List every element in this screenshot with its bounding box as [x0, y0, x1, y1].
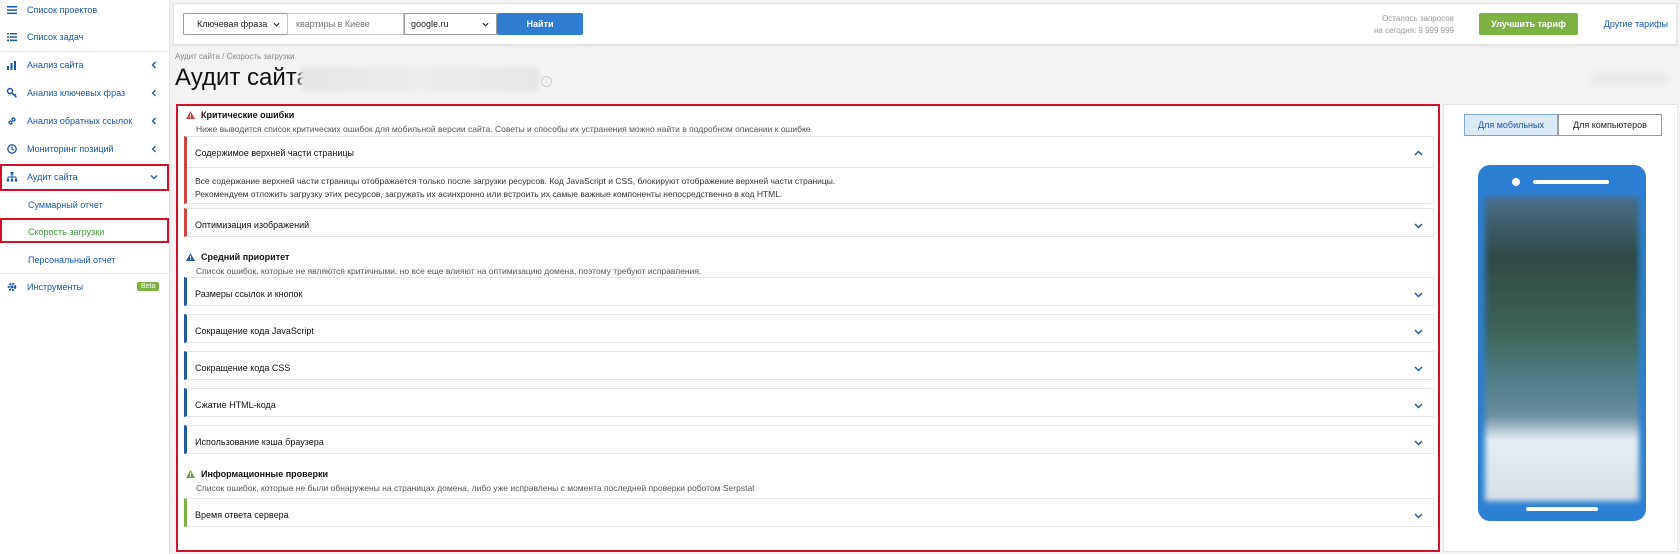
accordion-title: Сокращение кода JavaScript	[195, 326, 314, 336]
sidebar-item-label: Анализ сайта	[27, 60, 84, 70]
accordion-title: Сокращение кода CSS	[195, 363, 291, 373]
sidebar-item-label: Анализ обратных ссылок	[27, 116, 133, 126]
phone-home-bar	[1526, 507, 1598, 511]
accordion-title: Оптимизация изображений	[195, 220, 310, 230]
accordion-body: Все содержание верхней части страницы от…	[195, 175, 835, 201]
warning-blue-icon	[186, 253, 195, 261]
accordion-title: Время ответа сервера	[195, 510, 289, 520]
phone-speaker	[1533, 180, 1609, 184]
quota-line2: на сегодня: 9 999 999	[1373, 26, 1454, 35]
search-type-value: Ключевая фраза	[197, 19, 268, 29]
sidebar-item-label: Мониторинг позиций	[27, 144, 114, 154]
sidebar-item-tasks[interactable]: Список задач	[0, 24, 170, 50]
quota-info: Осталось запросов на сегодня: 9 999 999	[1374, 13, 1454, 37]
top-search-bar: Ключевая фраза google.ru Найти Осталось …	[173, 3, 1677, 45]
mobile-screenshot	[1485, 197, 1639, 501]
highlight-site-audit	[0, 164, 169, 191]
chevron-down-icon	[1414, 440, 1423, 446]
quota-line1: Осталось запросов	[1382, 14, 1454, 23]
audit-results-panel: Критические ошибки Ниже выводится список…	[176, 104, 1440, 552]
tab-mobile[interactable]: Для мобильных	[1464, 114, 1558, 136]
sidebar-item-backlinks[interactable]: Анализ обратных ссылок	[0, 108, 170, 134]
chevron-down-icon	[1414, 403, 1423, 409]
accordion-body-line: Рекомендуем отложить загрузку этих ресур…	[195, 189, 783, 199]
history-icon	[7, 144, 17, 154]
beta-badge: Beta	[137, 282, 160, 291]
accordion-html-compression[interactable]: Сжатие HTML-кода	[184, 388, 1434, 417]
database-value: google.ru	[411, 19, 449, 29]
critical-title: Критические ошибки	[201, 110, 295, 120]
other-tariffs-link[interactable]: Другие тарифы	[1604, 19, 1668, 29]
medium-section-header: Средний приоритет	[186, 252, 289, 262]
phone-camera	[1512, 178, 1520, 186]
sidebar-item-site-analysis[interactable]: Анализ сайта	[0, 52, 170, 78]
highlight-load-speed	[0, 218, 169, 243]
accordion-link-sizes[interactable]: Размеры ссылок и кнопок	[184, 277, 1434, 306]
sidebar-item-label: Анализ ключевых фраз	[27, 88, 126, 98]
preview-panel: Для мобильных Для компьютеров	[1443, 104, 1678, 552]
warning-green-icon	[186, 470, 195, 478]
search-input[interactable]	[287, 13, 404, 35]
medium-title: Средний приоритет	[201, 252, 290, 262]
page-title: Аудит сайта	[175, 64, 310, 91]
sidebar-subitem-summary[interactable]: Суммарный отчет	[28, 200, 103, 210]
sidebar-item-keywords[interactable]: Анализ ключевых фраз	[0, 80, 170, 106]
critical-desc: Ниже выводится список критических ошибок…	[196, 124, 811, 134]
find-button[interactable]: Найти	[497, 13, 583, 35]
medium-desc: Список ошибок, которые не являются крити…	[196, 266, 702, 276]
breadcrumb: Аудит сайта / Скорость загрузки	[175, 52, 295, 61]
upgrade-button[interactable]: Улучшить тариф	[1479, 13, 1578, 35]
tab-desktop[interactable]: Для компьютеров	[1558, 114, 1662, 136]
sidebar-item-label: Список задач	[27, 32, 84, 42]
accordion-above-fold[interactable]: Содержимое верхней части страницы Все со…	[184, 136, 1434, 204]
info-icon[interactable]: i	[541, 76, 552, 87]
chevron-left-icon	[151, 145, 156, 153]
sidebar: Список проектов Список задач Анализ сайт…	[0, 0, 170, 554]
sidebar-item-rank-tracking[interactable]: Мониторинг позиций	[0, 136, 170, 162]
info-title: Информационные проверки	[201, 469, 329, 479]
chevron-left-icon	[151, 89, 156, 97]
link-icon	[8, 117, 16, 125]
chevron-down-icon	[273, 22, 280, 27]
list-icon	[7, 33, 17, 42]
search-type-select[interactable]: Ключевая фраза	[183, 13, 288, 35]
key-icon	[6, 87, 17, 98]
chevron-down-icon	[482, 22, 489, 27]
chevron-left-icon	[151, 117, 156, 125]
chart-icon	[7, 61, 16, 70]
accordion-divider	[187, 167, 1433, 168]
accordion-image-optimization[interactable]: Оптимизация изображений	[184, 208, 1434, 237]
chevron-down-icon	[1414, 366, 1423, 372]
blurred-domain	[300, 66, 540, 92]
accordion-body-line: Все содержание верхней части страницы от…	[195, 176, 836, 186]
accordion-minify-js[interactable]: Сокращение кода JavaScript	[184, 314, 1434, 343]
accordion-title: Сжатие HTML-кода	[195, 400, 276, 410]
sidebar-item-label: Список проектов	[27, 5, 98, 15]
accordion-title: Использование кэша браузера	[195, 437, 324, 447]
database-select[interactable]: google.ru	[404, 13, 497, 35]
accordion-title: Размеры ссылок и кнопок	[195, 289, 303, 299]
accordion-browser-cache[interactable]: Использование кэша браузера	[184, 425, 1434, 454]
chevron-down-icon	[1414, 292, 1423, 298]
sidebar-subitem-personal[interactable]: Персональный отчет	[28, 255, 115, 265]
menu-icon	[7, 6, 17, 15]
gear-icon	[7, 282, 17, 292]
info-desc: Список ошибок, которые не были обнаружен…	[196, 483, 755, 493]
chevron-down-icon	[1414, 223, 1423, 229]
sidebar-item-label: Инструменты	[27, 282, 84, 292]
chevron-up-icon	[1414, 150, 1423, 156]
blurred-meta	[1590, 72, 1668, 86]
accordion-server-response[interactable]: Время ответа сервера	[184, 498, 1434, 527]
accordion-title: Содержимое верхней части страницы	[195, 148, 355, 158]
accordion-minify-css[interactable]: Сокращение кода CSS	[184, 351, 1434, 380]
chevron-left-icon	[151, 61, 156, 69]
warning-red-icon	[186, 111, 195, 119]
phone-mockup	[1478, 165, 1646, 521]
sidebar-item-projects[interactable]: Список проектов	[0, 0, 170, 23]
critical-section-header: Критические ошибки	[186, 110, 294, 120]
info-section-header: Информационные проверки	[186, 469, 328, 479]
chevron-down-icon	[1414, 329, 1423, 335]
chevron-down-icon	[1414, 513, 1423, 519]
